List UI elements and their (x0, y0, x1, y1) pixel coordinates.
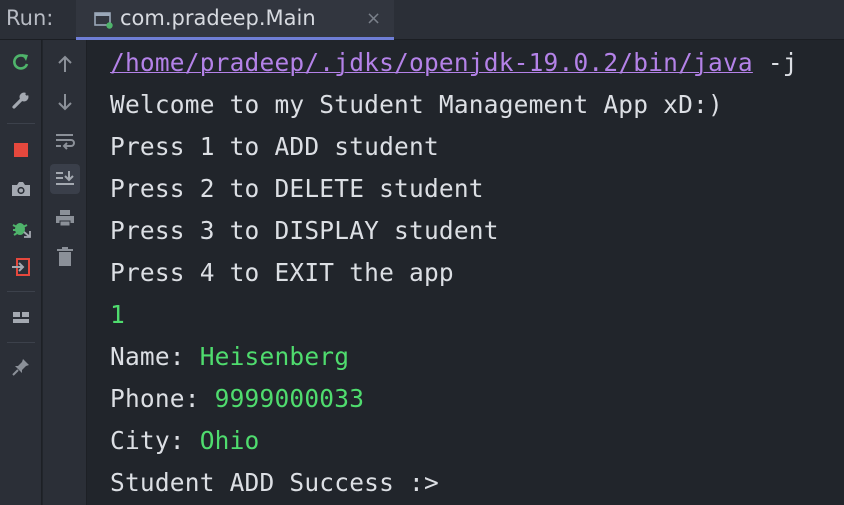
menu-option-exit: Press 4 to EXIT the app (110, 258, 454, 287)
layout-icon[interactable] (6, 302, 36, 332)
arrow-down-icon[interactable] (50, 87, 80, 117)
trash-icon[interactable] (50, 242, 80, 272)
run-tool-window-header: Run: com.pradeep.Main × (0, 0, 844, 40)
city-input: Ohio (199, 426, 260, 455)
arrow-up-icon[interactable] (50, 49, 80, 79)
console-toolbar (43, 40, 87, 505)
rerun-icon[interactable] (6, 47, 36, 77)
phone-line: Phone: 9999000033 (110, 384, 364, 413)
stop-icon[interactable] (6, 135, 36, 165)
print-icon[interactable] (50, 203, 80, 233)
command-line: /home/pradeep/.jdks/openjdk-19.0.2/bin/j… (110, 48, 798, 77)
camera-icon[interactable] (6, 174, 36, 204)
menu-option-add: Press 1 to ADD student (110, 132, 439, 161)
wrench-icon[interactable] (6, 85, 36, 115)
result-line: Student ADD Success :> (110, 468, 439, 497)
user-choice-input: 1 (110, 300, 125, 329)
debug-icon[interactable] (6, 213, 36, 243)
java-args: -j (752, 48, 798, 77)
name-input: Heisenberg (199, 342, 350, 371)
run-label: Run: (6, 6, 54, 30)
phone-label: Phone: (110, 384, 215, 413)
name-label: Name: (110, 342, 200, 371)
pin-icon[interactable] (6, 352, 36, 382)
close-icon[interactable]: × (366, 8, 381, 29)
console-icon (94, 11, 114, 29)
menu-option-display: Press 3 to DISPLAY student (110, 216, 499, 245)
phone-input: 9999000033 (214, 384, 365, 413)
name-line: Name: Heisenberg (110, 342, 349, 371)
left-toolbar (0, 40, 42, 505)
java-path-link[interactable]: /home/pradeep/.jdks/openjdk-19.0.2/bin/j… (110, 48, 753, 77)
tab-com-pradeep-main[interactable]: com.pradeep.Main × (76, 0, 394, 40)
city-line: City: Ohio (110, 426, 260, 455)
menu-option-delete: Press 2 to DELETE student (110, 174, 484, 203)
city-label: City: (110, 426, 200, 455)
scroll-to-end-icon[interactable] (50, 164, 80, 194)
welcome-line: Welcome to my Student Management App xD:… (110, 90, 723, 119)
tab-title: com.pradeep.Main (120, 6, 316, 30)
console-output[interactable]: /home/pradeep/.jdks/openjdk-19.0.2/bin/j… (88, 40, 844, 505)
exit-icon[interactable] (6, 252, 36, 282)
soft-wrap-icon[interactable] (50, 126, 80, 156)
